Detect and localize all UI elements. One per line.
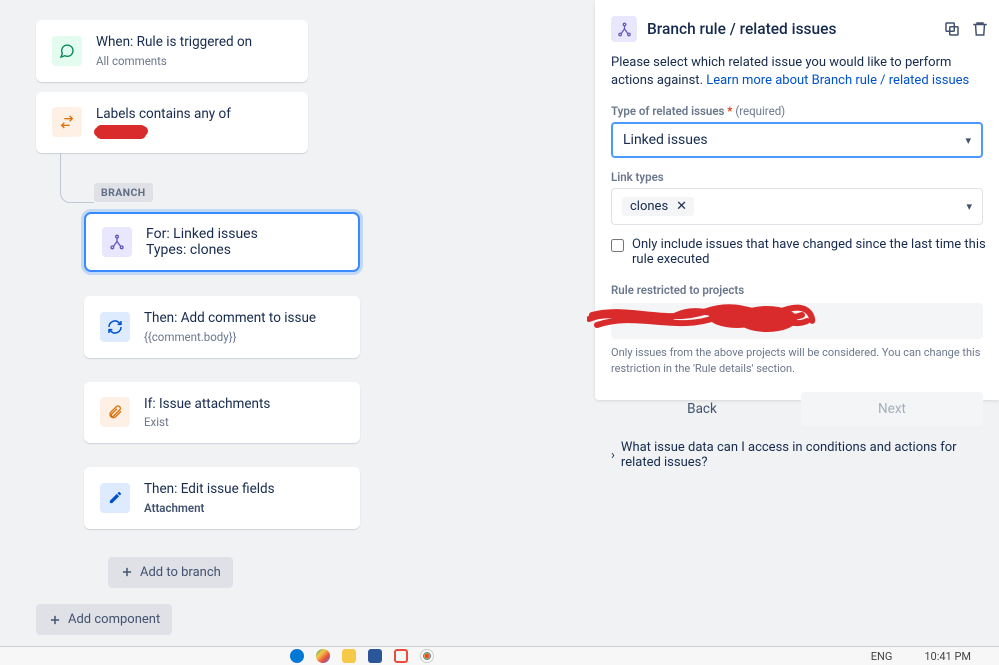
only-changed-checkbox-row[interactable]: Only include issues that have changed si… — [611, 237, 987, 267]
taskbar-apps — [290, 649, 434, 663]
rule-builder-canvas: When: Rule is triggered on All comments … — [0, 0, 595, 645]
chevron-down-icon: ▾ — [966, 200, 972, 213]
pencil-icon — [100, 483, 130, 513]
branch-card-sub: Types: clones — [146, 242, 258, 258]
chip-remove-icon[interactable]: ✕ — [672, 199, 691, 214]
panel-icon — [611, 16, 637, 42]
condition-icon — [52, 107, 82, 137]
select-value: Linked issues — [623, 132, 708, 148]
trigger-card[interactable]: When: Rule is triggered on All comments — [36, 20, 308, 82]
panel-title: Branch rule / related issues — [647, 20, 933, 38]
step-sub: Attachment — [144, 501, 344, 515]
add-component-button[interactable]: Add component — [36, 604, 172, 635]
learn-more-link[interactable]: Learn more about Branch rule / related i… — [706, 73, 969, 88]
step-title: Then: Edit issue fields — [144, 481, 344, 499]
delete-icon[interactable] — [971, 20, 989, 38]
panel-description: Please select which related issue you wo… — [611, 54, 995, 90]
type-of-related-issues-select[interactable]: Linked issues ▾ — [611, 122, 983, 158]
config-panel: Branch rule / related issues Please sele… — [595, 0, 999, 400]
add-component-label: Add component — [68, 612, 160, 627]
trigger-title: When: Rule is triggered on — [96, 34, 292, 52]
restricted-label: Rule restricted to projects — [611, 283, 995, 297]
expander-label: What issue data can I access in conditio… — [621, 440, 995, 470]
attachment-icon — [100, 397, 130, 427]
add-to-branch-button[interactable]: Add to branch — [108, 557, 233, 588]
type-field-label: Type of related issues * (required) — [611, 104, 995, 118]
os-taskbar: ENG 10:41 PM — [0, 646, 999, 665]
step-title: Then: Add comment to issue — [144, 310, 344, 328]
clock[interactable]: 10:41 PM — [924, 650, 971, 663]
only-changed-label: Only include issues that have changed si… — [632, 237, 987, 267]
condition-title: Labels contains any of — [96, 106, 292, 124]
branch-badge: BRANCH — [94, 183, 153, 202]
step-add-comment[interactable]: Then: Add comment to issue {{comment.bod… — [84, 296, 360, 358]
step-sub: Exist — [144, 415, 344, 429]
step-sub: {{comment.body}} — [144, 330, 344, 344]
only-changed-checkbox[interactable] — [611, 239, 624, 252]
data-access-expander[interactable]: › What issue data can I access in condit… — [611, 440, 995, 470]
branch-card-selected[interactable]: For: Linked issues Types: clones — [84, 212, 360, 272]
step-if-attachments[interactable]: If: Issue attachments Exist — [84, 382, 360, 444]
refresh-icon — [100, 312, 130, 342]
trigger-sub: All comments — [96, 54, 292, 68]
link-types-select[interactable]: clones ✕ ▾ — [611, 188, 983, 225]
redacted-scribble — [587, 301, 817, 337]
condition-card[interactable]: Labels contains any of — [36, 92, 308, 154]
trigger-icon — [52, 36, 82, 66]
add-to-branch-label: Add to branch — [140, 565, 221, 580]
branch-card-title: For: Linked issues — [146, 226, 258, 242]
back-button[interactable]: Back — [611, 392, 793, 426]
chevron-down-icon: ▾ — [965, 134, 971, 147]
restricted-projects-box — [611, 303, 983, 339]
step-title: If: Issue attachments — [144, 396, 344, 414]
link-types-label: Link types — [611, 170, 995, 184]
copy-icon[interactable] — [943, 20, 961, 38]
redacted-label-value — [96, 125, 146, 135]
branch-icon — [102, 227, 132, 257]
step-edit-fields[interactable]: Then: Edit issue fields Attachment — [84, 467, 360, 529]
language-indicator[interactable]: ENG — [871, 650, 893, 663]
chevron-right-icon: › — [611, 448, 615, 463]
link-type-chip: clones ✕ — [622, 197, 694, 216]
restricted-helper: Only issues from the above projects will… — [611, 345, 983, 376]
next-button: Next — [801, 392, 983, 426]
